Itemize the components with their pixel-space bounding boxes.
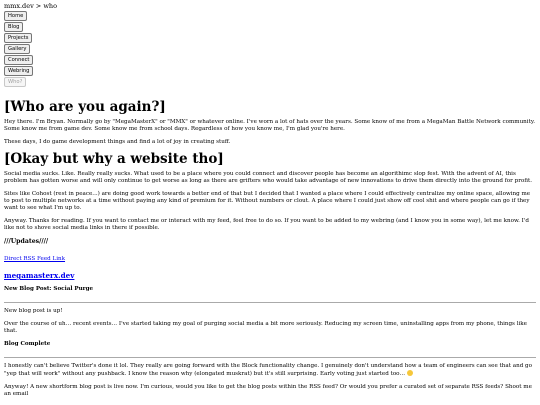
nav-home-button[interactable]: Home bbox=[4, 11, 28, 21]
who-paragraph-2: These days, I do game development things… bbox=[4, 139, 231, 145]
nav-blog-button[interactable]: Blog bbox=[4, 22, 24, 32]
page-content: mmx.dev > who Home Blog Projects Gallery… bbox=[4, 2, 536, 404]
post-divider bbox=[4, 357, 536, 358]
post-title: New Blog Post: Social Purge bbox=[4, 286, 94, 292]
rss-feed-link[interactable]: Direct RSS Feed Link bbox=[4, 256, 65, 262]
grin-emoji-icon bbox=[406, 370, 413, 376]
nav-connect-button[interactable]: Connect bbox=[4, 55, 34, 65]
post-divider bbox=[4, 302, 536, 303]
site-link[interactable]: megamasterx.dev bbox=[4, 271, 536, 280]
nav-webring-button[interactable]: Webring bbox=[4, 66, 34, 76]
why-paragraph-2: Sites like Cohost (rest in peace...) are… bbox=[4, 191, 531, 211]
who-heading: [Who are you again?] bbox=[4, 99, 166, 115]
post-text: I honestly can't believe Twitter's done … bbox=[4, 363, 532, 377]
nav-projects-button[interactable]: Projects bbox=[4, 33, 33, 43]
post-paragraph: Over the course of uh… recent events… I'… bbox=[4, 321, 527, 334]
why-paragraph-1: Social media sucks. Like. Really really … bbox=[4, 171, 533, 184]
breadcrumb: mmx.dev > who bbox=[4, 2, 57, 10]
nav-who-button[interactable]: Who? bbox=[4, 77, 27, 87]
post-paragraph: New blog post is up! bbox=[4, 308, 63, 314]
why-paragraph-3: Anyway. Thanks for reading. If you want … bbox=[4, 218, 530, 231]
updates-heading: ///Updates//// bbox=[4, 238, 49, 245]
post-title: Blog Complete bbox=[4, 341, 51, 347]
why-heading: [Okay but why a website tho] bbox=[4, 151, 224, 167]
post-paragraph: Anyway! A new shortform blog post is liv… bbox=[4, 384, 532, 397]
main-nav: Home Blog Projects Gallery Connect Webri… bbox=[4, 11, 536, 87]
nav-gallery-button[interactable]: Gallery bbox=[4, 44, 31, 54]
who-paragraph-1: Hey there. I'm Bryan. Normally go by "Me… bbox=[4, 119, 536, 132]
post-paragraph: I honestly can't believe Twitter's done … bbox=[4, 363, 536, 378]
